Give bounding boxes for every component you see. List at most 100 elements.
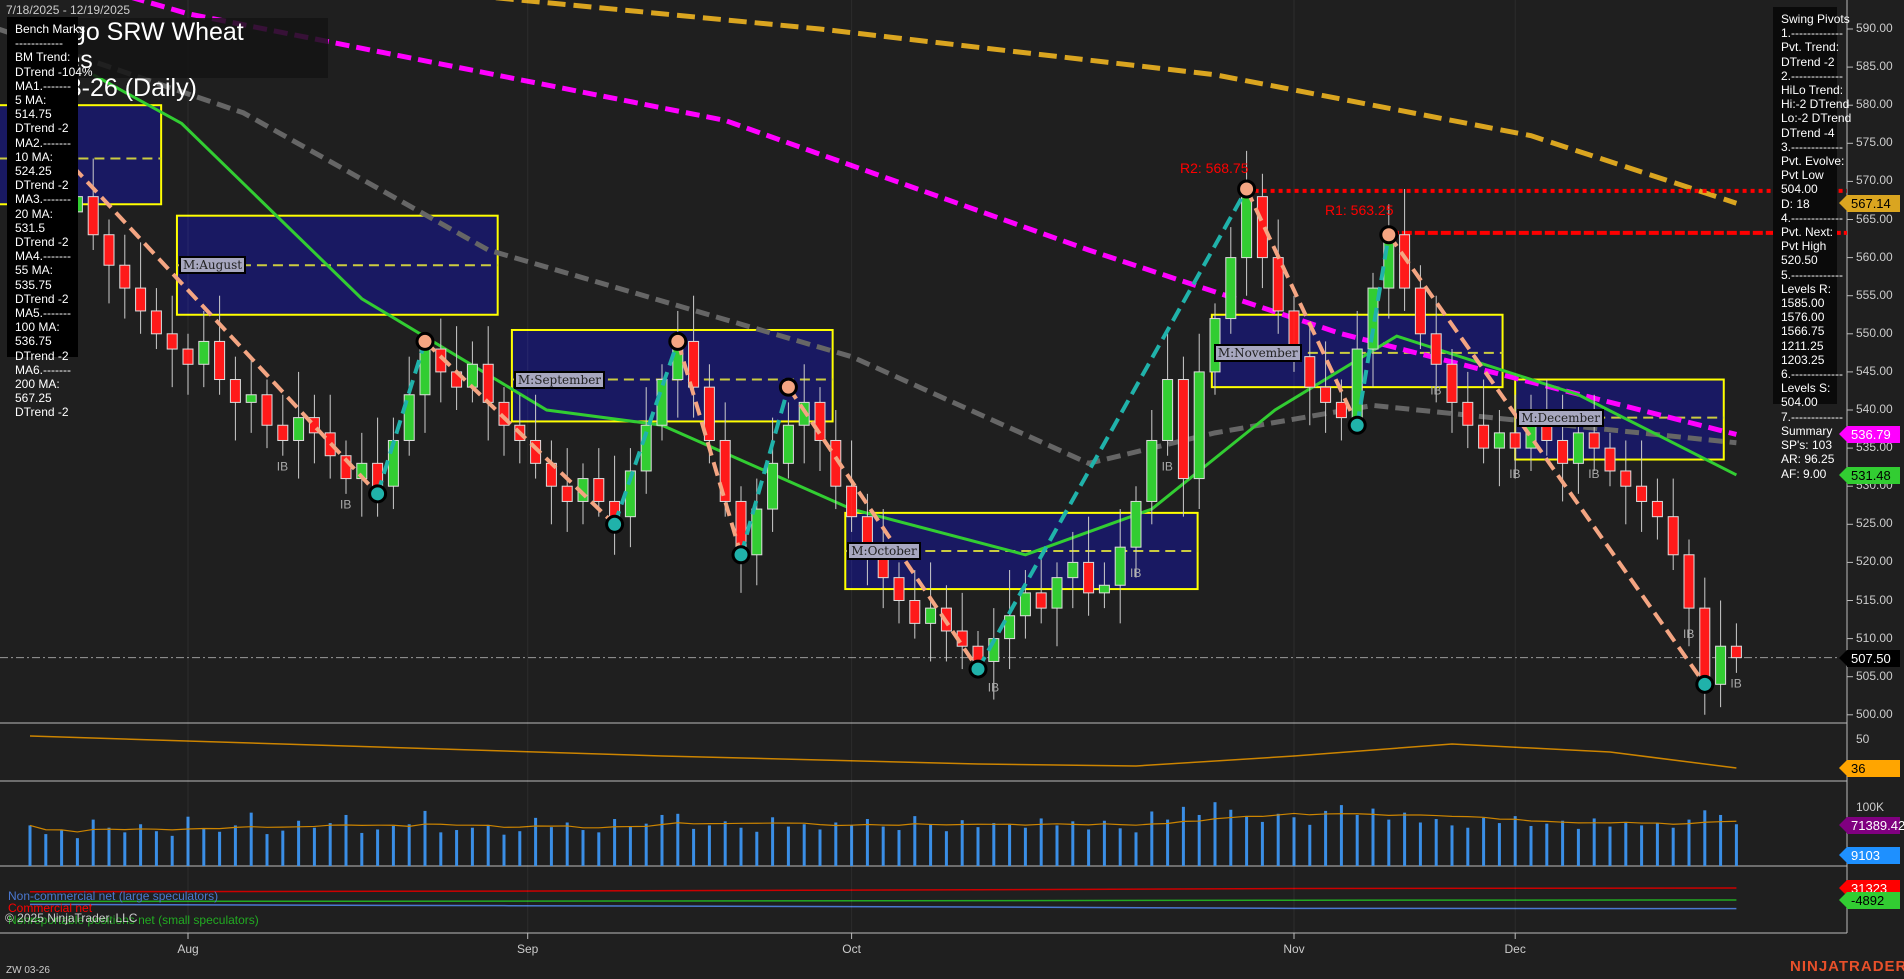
volume-bar [1276, 813, 1280, 866]
ib-mark: IB [1588, 467, 1599, 481]
candle-down [1667, 516, 1679, 556]
candle-down [1620, 470, 1632, 487]
candle-down [1320, 386, 1332, 403]
candle-down [482, 363, 494, 403]
swing-pivot-line: 520.50 [1781, 253, 1818, 268]
volume-bar [455, 830, 459, 866]
swing-pivot-line: Hi:-2 DTrend [1781, 97, 1850, 112]
ib-mark: IB [1683, 627, 1694, 641]
volume-bar [1719, 814, 1723, 866]
volume-bar [1545, 823, 1549, 866]
swing-pivot-line: Swing Pivots [1781, 12, 1850, 26]
swing-pivot-line: Pvt. Next: [1781, 225, 1834, 240]
candle-up [925, 607, 937, 624]
volume-bar [1624, 821, 1628, 866]
volume-bar [407, 824, 411, 866]
volume-bar [75, 838, 79, 866]
bench-mark-line: 531.5 [15, 220, 46, 235]
volume-bar [1071, 821, 1075, 866]
volume-bar [739, 827, 743, 866]
volume-bar [929, 824, 933, 866]
swing-pivot-line: Pvt. Evolve: [1781, 154, 1845, 169]
volume-bar [1703, 810, 1707, 866]
swing-pivot-line: Summary [1781, 423, 1833, 438]
volume-bar [1039, 818, 1043, 866]
candle-down [119, 264, 131, 289]
candle-down [1462, 401, 1474, 426]
candle-up [466, 363, 478, 388]
bench-mark-line: DTrend -2 [15, 348, 69, 363]
price-axis-label: 520.00 [1856, 554, 1893, 569]
swing-pivot-line: 1576.00 [1781, 310, 1825, 325]
swing-pivot-line: DTrend -4 [1781, 125, 1835, 140]
volume-bar [423, 810, 427, 866]
volume-bar [470, 827, 474, 866]
bench-mark-line: 10 MA: [15, 149, 54, 164]
volume-bar [123, 832, 127, 866]
price-axis-label: 550.00 [1856, 325, 1893, 340]
price-chart[interactable]: IBIBIBIBIBIBIBIBIBIB [0, 0, 1904, 979]
volume-bar [1055, 825, 1059, 866]
bench-mark-line: MA5.------- [15, 306, 71, 321]
volume-bar [1371, 808, 1375, 866]
price-axis-label: 500.00 [1856, 706, 1893, 721]
price-axis-label: 545.00 [1856, 363, 1893, 378]
volume-bar [1482, 817, 1486, 866]
candle-up [782, 424, 794, 464]
price-tag: 536.79 [1839, 426, 1900, 444]
r2-label: R2: 568.75 [1180, 160, 1249, 176]
bench-mark-line: 100 MA: [15, 320, 60, 335]
monthly-box-label: M:August [178, 256, 247, 275]
bench-mark-line: 535.75 [15, 277, 52, 292]
volume-bar [60, 830, 64, 866]
volume-bar [1355, 814, 1359, 866]
bench-mark-line: DTrend -2 [15, 405, 69, 420]
swing-pivot-line: 1203.25 [1781, 352, 1825, 367]
volume-bar [265, 834, 269, 866]
swing-pivot-line: 5.------------- [1781, 267, 1843, 282]
volume-bar [1640, 825, 1644, 866]
swing-pivots-panel: Swing Pivots 1.------------- Pvt. Trend: DT… [1773, 7, 1851, 481]
candle-down [1699, 607, 1711, 685]
monthly-box-label: M:October [847, 541, 921, 560]
candle-up [1715, 645, 1727, 685]
volume-bar [628, 825, 632, 866]
volume-bar [786, 826, 790, 866]
bench-mark-line: DTrend -2 [15, 178, 69, 193]
volume-bar [1466, 827, 1470, 866]
swing-pivot-line: Pvt. Trend: [1781, 40, 1840, 55]
volume-bar [154, 831, 158, 866]
x-axis-month-label: Sep [517, 942, 539, 956]
volume-bar [328, 823, 332, 866]
candle-up [1130, 500, 1142, 548]
volume-bar [1592, 818, 1596, 866]
volume-bar [202, 828, 206, 866]
candle-down [1177, 379, 1189, 480]
bench-mark-line: 5 MA: [15, 93, 47, 108]
bench-mark-line: MA3.------- [15, 192, 71, 207]
volume-bar [771, 817, 775, 866]
candle-down [561, 485, 573, 502]
swing-pivot-line: Pvt High [1781, 239, 1827, 254]
volume-bar [1655, 823, 1659, 866]
candle-up [1193, 371, 1205, 480]
volume-bar [534, 817, 538, 866]
nonreportable-tag: -4892 [1839, 892, 1900, 909]
volume-bar [1497, 823, 1501, 866]
candle-up [245, 394, 257, 403]
bench-mark-line: DTrend -104% [15, 64, 93, 79]
swing-pivot-line: HiLo Trend: [1781, 83, 1844, 98]
nonreportable-net-line [29, 899, 1737, 903]
volume-bar [44, 834, 48, 866]
volume-bar [692, 828, 696, 866]
price-axis-label: 505.00 [1856, 668, 1893, 683]
ib-mark: IB [1730, 677, 1741, 691]
volume-bar [613, 819, 617, 866]
volume-bar [139, 824, 143, 866]
swing-pivot-line: 7.------------- [1781, 409, 1843, 424]
volume-bar [1561, 820, 1565, 866]
price-axis-label: 565.00 [1856, 211, 1893, 226]
instrument-label: ZW 03-26 [6, 965, 50, 976]
swing-pivot-line: DTrend -2 [1781, 54, 1835, 69]
volume-bar [1687, 819, 1691, 866]
